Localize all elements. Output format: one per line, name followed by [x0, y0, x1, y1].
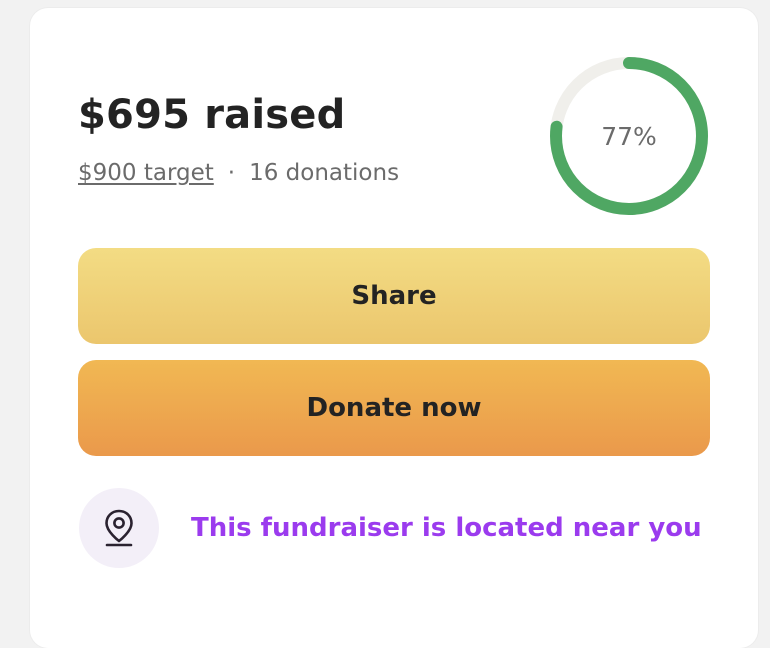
donation-count: 16 donations [249, 160, 400, 186]
location-badge [79, 488, 159, 568]
share-button[interactable]: Share [78, 248, 710, 344]
donate-now-button[interactable]: Donate now [78, 360, 710, 456]
location-link[interactable]: This fundraiser is located near you [191, 511, 702, 545]
amount-raised: $695 raised [78, 92, 346, 138]
fundraiser-meta: $900 target · 16 donations [78, 159, 399, 187]
fundraiser-card: $695 raised $900 target · 16 donations 77%… [30, 8, 758, 648]
map-pin-icon [105, 509, 133, 547]
target-link[interactable]: $900 target [78, 160, 214, 186]
meta-separator: · [227, 160, 236, 186]
progress-percentage: 77% [601, 121, 657, 151]
